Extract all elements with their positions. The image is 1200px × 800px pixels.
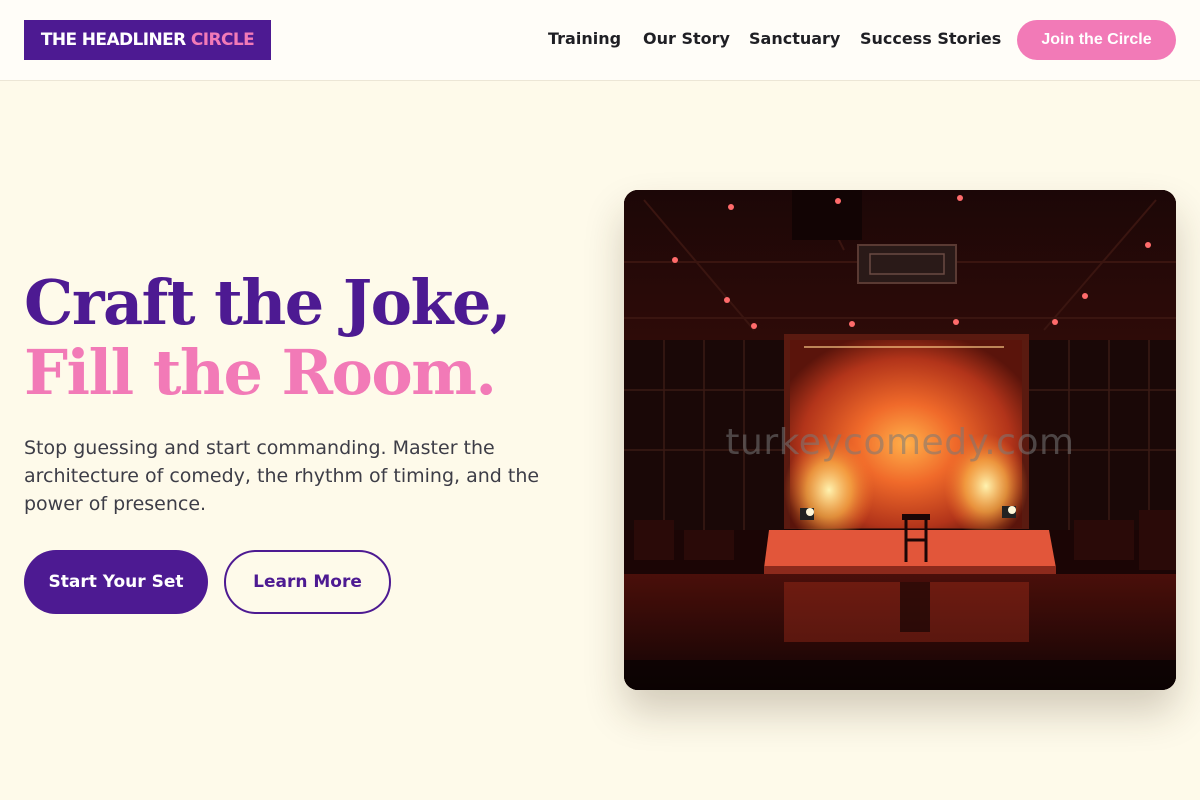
site-logo[interactable]: THE HEADLINER CIRCLE <box>24 20 271 60</box>
hero-title-line2: Fill the Room. <box>24 336 497 409</box>
comedy-stage-photo: turkeycomedy.com <box>624 190 1176 690</box>
learn-more-button[interactable]: Learn More <box>224 550 391 614</box>
nav-link-our-story[interactable]: Our Story <box>643 29 730 48</box>
stage-illustration <box>624 190 1176 690</box>
site-header: THE HEADLINER CIRCLE Training Our Story … <box>0 0 1200 81</box>
logo-accent-text: CIRCLE <box>190 30 255 50</box>
start-your-set-button[interactable]: Start Your Set <box>24 550 208 614</box>
logo-main-text: THE HEADLINER <box>40 30 191 50</box>
hero-subtitle: Stop guessing and start commanding. Mast… <box>24 437 540 515</box>
logo-text: THE HEADLINER CIRCLE <box>40 30 255 50</box>
nav-link-success-stories[interactable]: Success Stories <box>860 29 1001 48</box>
join-the-circle-button[interactable]: Join the Circle <box>1017 20 1176 60</box>
hero-title: Craft the Joke, Fill the Room. <box>24 266 512 409</box>
nav-link-sanctuary[interactable]: Sanctuary <box>749 29 840 48</box>
nav-link-training[interactable]: Training <box>548 29 621 48</box>
hero-title-line1: Craft the Joke, <box>24 266 512 339</box>
